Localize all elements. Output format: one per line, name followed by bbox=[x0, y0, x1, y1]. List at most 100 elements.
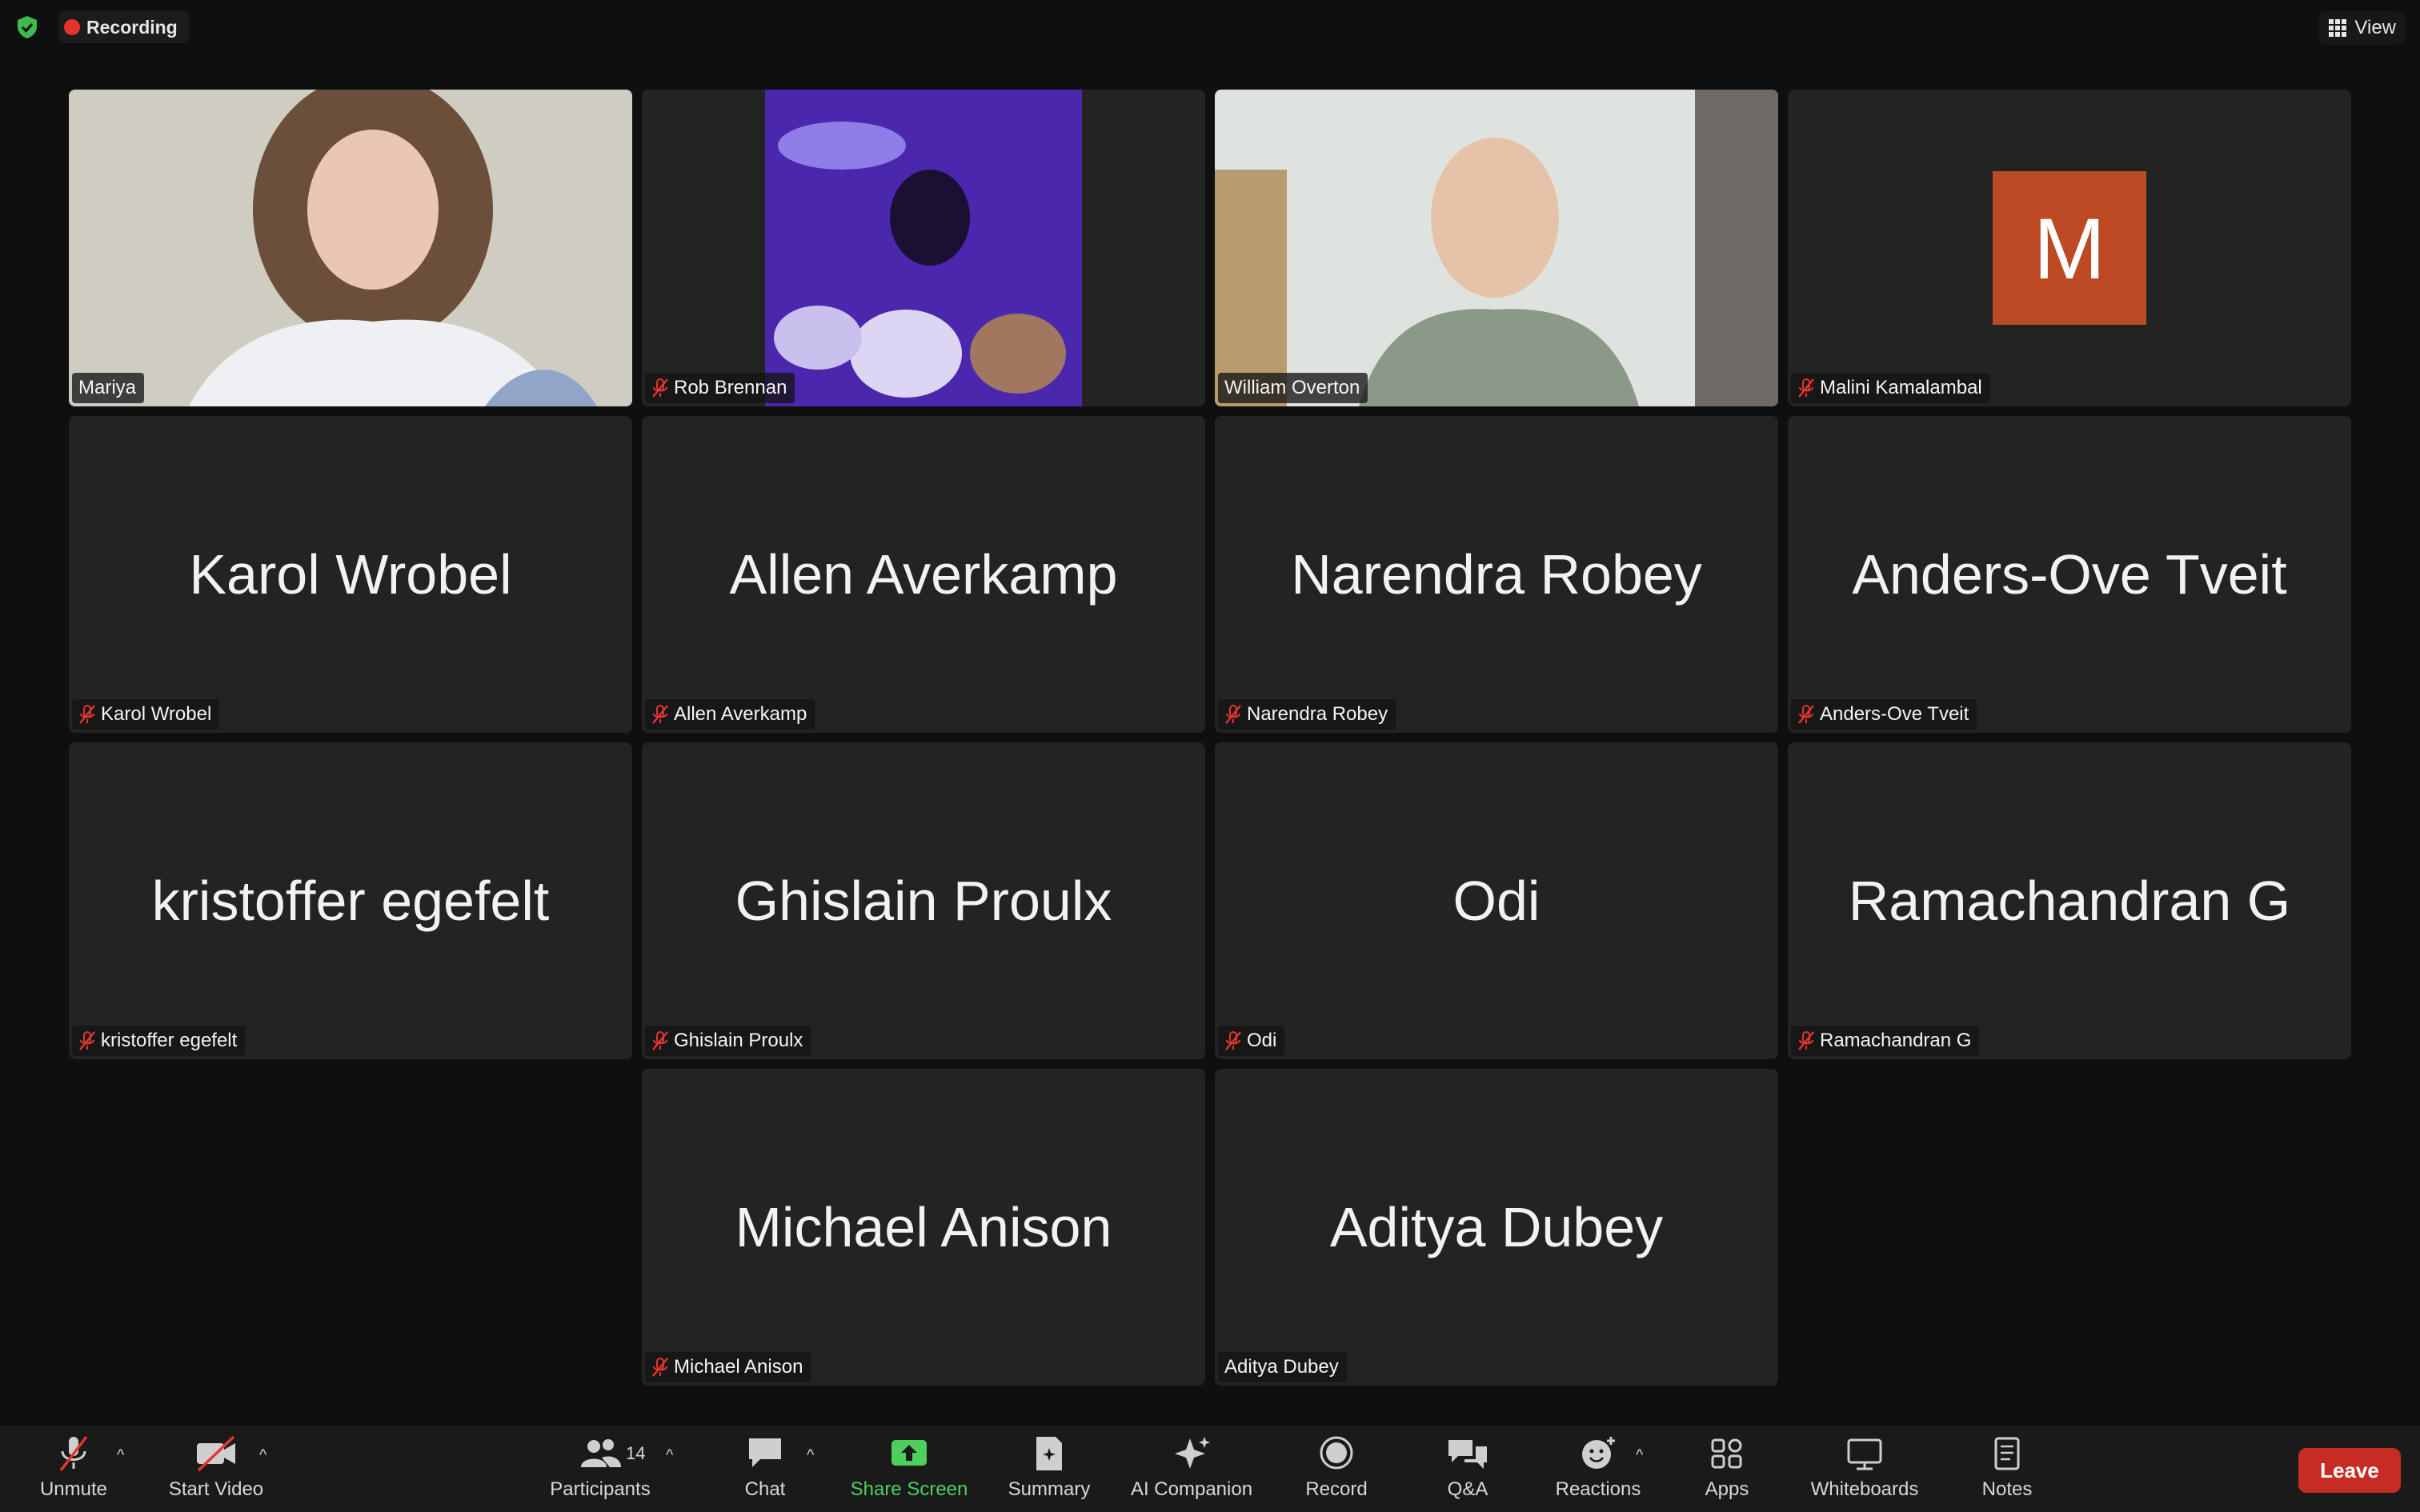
participant-name: Anders-Ove Tveit bbox=[1820, 703, 1969, 725]
chat-icon bbox=[749, 1438, 781, 1467]
participant-tile-ramachandran-g[interactable]: Ramachandran G Ramachandran G bbox=[1788, 742, 2351, 1059]
video-feed bbox=[1215, 90, 1778, 406]
muted-mic-icon bbox=[1225, 1031, 1241, 1050]
avatar: M bbox=[1993, 171, 2146, 325]
participant-tile-anders-ove-tveit[interactable]: Anders-Ove Tveit Anders-Ove Tveit bbox=[1788, 416, 2351, 733]
participant-name: Karol Wrobel bbox=[101, 703, 212, 725]
recording-label: Recording bbox=[86, 16, 178, 38]
reactions-smiley-icon bbox=[1582, 1437, 1615, 1469]
participant-name: Allen Averkamp bbox=[674, 703, 807, 725]
share-screen-label: Share Screen bbox=[850, 1478, 968, 1500]
shield-check-icon[interactable] bbox=[14, 14, 40, 40]
recording-dot-icon bbox=[64, 19, 80, 35]
muted-mic-icon bbox=[79, 705, 95, 724]
chat-options-caret-icon[interactable]: ^ bbox=[807, 1446, 814, 1465]
summary-label: Summary bbox=[1008, 1478, 1091, 1500]
unmute-button[interactable]: Unmute bbox=[32, 1434, 115, 1507]
participant-name: Odi bbox=[1247, 1030, 1277, 1051]
participants-options-caret-icon[interactable]: ^ bbox=[666, 1446, 673, 1465]
start-video-button[interactable]: Start Video bbox=[160, 1434, 272, 1507]
participant-name: Malini Kamalambal bbox=[1820, 377, 1982, 398]
muted-mic-icon bbox=[1798, 378, 1814, 398]
video-options-caret-icon[interactable]: ^ bbox=[259, 1446, 266, 1465]
muted-mic-icon bbox=[652, 1031, 668, 1050]
video-feed bbox=[69, 90, 632, 406]
apps-label: Apps bbox=[1705, 1478, 1749, 1500]
view-button[interactable]: View bbox=[2319, 11, 2406, 45]
participant-tile-allen-averkamp[interactable]: Allen Averkamp Allen Averkamp bbox=[642, 416, 1205, 733]
qa-label: Q&A bbox=[1447, 1478, 1488, 1500]
whiteboards-label: Whiteboards bbox=[1810, 1478, 1919, 1500]
participant-nametag: Allen Averkamp bbox=[645, 699, 815, 730]
start-video-label: Start Video bbox=[168, 1478, 264, 1500]
participant-display-name: Odi bbox=[1452, 870, 1541, 932]
participant-tile-michael-anison[interactable]: Michael Anison Michael Anison bbox=[642, 1069, 1205, 1386]
qa-button[interactable]: Q&A bbox=[1429, 1434, 1506, 1507]
participant-nametag: Ramachandran G bbox=[1791, 1026, 1980, 1056]
participant-tile-rob-brennan[interactable]: Rob Brennan bbox=[642, 90, 1205, 406]
participants-count: 14 bbox=[626, 1443, 646, 1463]
participant-display-name: Ramachandran G bbox=[1848, 870, 2291, 932]
participant-tile-aditya-dubey[interactable]: Aditya Dubey Aditya Dubey bbox=[1215, 1069, 1778, 1386]
audio-options-caret-icon[interactable]: ^ bbox=[117, 1446, 124, 1465]
notes-label: Notes bbox=[1981, 1478, 2033, 1500]
record-label: Record bbox=[1305, 1478, 1368, 1500]
view-label: View bbox=[2354, 17, 2396, 38]
participant-nametag: Malini Kamalambal bbox=[1791, 373, 1990, 403]
participant-nametag: Mariya bbox=[72, 373, 145, 403]
participant-tile-ghislain-proulx[interactable]: Ghislain Proulx Ghislain Proulx bbox=[642, 742, 1205, 1059]
participant-nametag: Anders-Ove Tveit bbox=[1791, 699, 1977, 730]
record-button[interactable]: Record bbox=[1292, 1434, 1381, 1507]
summary-icon bbox=[1036, 1437, 1062, 1470]
participants-icon bbox=[581, 1439, 621, 1467]
participant-nametag: Karol Wrobel bbox=[72, 699, 220, 730]
participant-tile-odi[interactable]: Odi Odi bbox=[1215, 742, 1778, 1059]
whiteboard-icon bbox=[1847, 1438, 1882, 1470]
apps-icon bbox=[1711, 1438, 1742, 1469]
participant-nametag: William Overton bbox=[1218, 373, 1368, 403]
muted-mic-icon bbox=[1798, 1031, 1814, 1050]
unmute-label: Unmute bbox=[39, 1478, 108, 1500]
ai-companion-button[interactable]: AI Companion bbox=[1125, 1434, 1258, 1507]
participants-label: Participants bbox=[550, 1478, 651, 1500]
muted-mic-icon bbox=[652, 1358, 668, 1377]
participant-tile-karol-wrobel[interactable]: Karol Wrobel Karol Wrobel bbox=[69, 416, 632, 733]
participant-nametag: Ghislain Proulx bbox=[645, 1026, 811, 1056]
participant-display-name: kristoffer egefelt bbox=[151, 870, 550, 932]
participant-nametag: Aditya Dubey bbox=[1218, 1352, 1347, 1382]
ai-companion-sparkle-icon bbox=[1175, 1437, 1210, 1469]
muted-mic-icon bbox=[59, 1435, 88, 1472]
muted-mic-icon bbox=[1225, 705, 1241, 724]
summary-button[interactable]: Summary bbox=[1002, 1434, 1096, 1507]
video-feed bbox=[642, 90, 1205, 406]
notes-button[interactable]: Notes bbox=[1967, 1434, 2047, 1507]
participant-nametag: Rob Brennan bbox=[645, 373, 795, 403]
grid-icon bbox=[2329, 19, 2347, 37]
whiteboards-button[interactable]: Whiteboards bbox=[1802, 1434, 1927, 1507]
apps-button[interactable]: Apps bbox=[1689, 1434, 1765, 1507]
participant-name: Narendra Robey bbox=[1247, 703, 1388, 725]
participant-tile-kristoffer-egefelt[interactable]: kristoffer egefelt kristoffer egefelt bbox=[69, 742, 632, 1059]
recording-indicator[interactable]: Recording bbox=[59, 11, 189, 43]
muted-mic-icon bbox=[1798, 705, 1814, 724]
participant-tile-narendra-robey[interactable]: Narendra Robey Narendra Robey bbox=[1215, 416, 1778, 733]
share-screen-button[interactable]: Share Screen bbox=[845, 1434, 973, 1507]
participant-nametag: Michael Anison bbox=[645, 1352, 811, 1382]
participant-tile-mariya[interactable]: Mariya bbox=[69, 90, 632, 406]
participant-tile-william-overton[interactable]: William Overton bbox=[1215, 90, 1778, 406]
muted-mic-icon bbox=[652, 705, 668, 724]
participant-nametag: Odi bbox=[1218, 1026, 1285, 1056]
reactions-button[interactable]: Reactions bbox=[1546, 1434, 1650, 1507]
reactions-options-caret-icon[interactable]: ^ bbox=[1636, 1446, 1643, 1465]
participant-display-name: Ghislain Proulx bbox=[735, 870, 1112, 932]
participant-nametag: Narendra Robey bbox=[1218, 699, 1396, 730]
participant-display-name: Anders-Ove Tveit bbox=[1852, 543, 2287, 606]
participant-tile-malini-kamalambal[interactable]: M Malini Kamalambal bbox=[1788, 90, 2351, 406]
leave-button[interactable]: Leave bbox=[2298, 1448, 2401, 1493]
participant-name: William Overton bbox=[1224, 377, 1360, 398]
record-icon bbox=[1320, 1436, 1353, 1470]
participant-display-name: Karol Wrobel bbox=[189, 543, 512, 606]
participant-name: Rob Brennan bbox=[674, 377, 787, 398]
participant-display-name: Allen Averkamp bbox=[729, 543, 1118, 606]
chat-button[interactable]: Chat bbox=[725, 1434, 805, 1507]
